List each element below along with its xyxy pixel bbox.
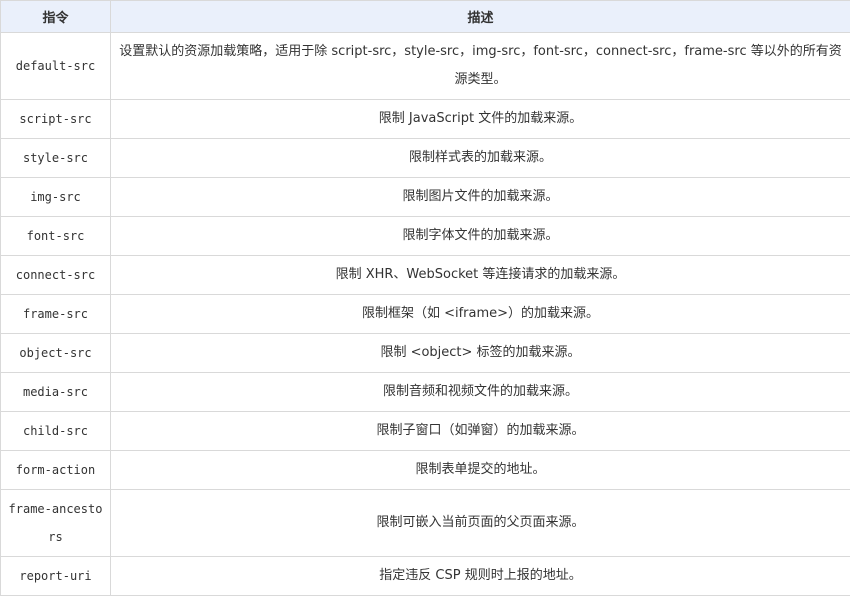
description-cell: 限制图片文件的加载来源。 — [111, 178, 850, 217]
directive-cell: frame-src — [1, 295, 111, 334]
table-row: report-uri 指定违反 CSP 规则时上报的地址。 — [1, 557, 850, 596]
table-row: object-src 限制 <object> 标签的加载来源。 — [1, 334, 850, 373]
table-header-row: 指令 描述 — [1, 1, 850, 33]
table-row: default-src 设置默认的资源加载策略，适用于除 script-src，… — [1, 33, 850, 100]
table-row: img-src 限制图片文件的加载来源。 — [1, 178, 850, 217]
directive-cell: script-src — [1, 100, 111, 139]
table-row: connect-src 限制 XHR、WebSocket 等连接请求的加载来源。 — [1, 256, 850, 295]
description-cell: 设置默认的资源加载策略，适用于除 script-src，style-src，im… — [111, 33, 850, 100]
table-row: frame-src 限制框架（如 <iframe>）的加载来源。 — [1, 295, 850, 334]
description-cell: 限制字体文件的加载来源。 — [111, 217, 850, 256]
table-row: script-src 限制 JavaScript 文件的加载来源。 — [1, 100, 850, 139]
header-description: 描述 — [111, 1, 850, 33]
description-cell: 限制子窗口（如弹窗）的加载来源。 — [111, 412, 850, 451]
directive-cell: child-src — [1, 412, 111, 451]
directive-cell: media-src — [1, 373, 111, 412]
csp-directives-table: 指令 描述 default-src 设置默认的资源加载策略，适用于除 scrip… — [0, 0, 850, 595]
directive-cell: default-src — [1, 33, 111, 100]
description-cell: 限制 JavaScript 文件的加载来源。 — [111, 100, 850, 139]
description-cell: 限制 XHR、WebSocket 等连接请求的加载来源。 — [111, 256, 850, 295]
description-cell: 限制样式表的加载来源。 — [111, 139, 850, 178]
description-cell: 限制 <object> 标签的加载来源。 — [111, 334, 850, 373]
description-cell: 限制音频和视频文件的加载来源。 — [111, 373, 850, 412]
directives-table: 指令 描述 default-src 设置默认的资源加载策略，适用于除 scrip… — [0, 0, 850, 596]
table-row: font-src 限制字体文件的加载来源。 — [1, 217, 850, 256]
table-row: style-src 限制样式表的加载来源。 — [1, 139, 850, 178]
table-row: frame-ancestors 限制可嵌入当前页面的父页面来源。 — [1, 490, 850, 557]
directive-cell: img-src — [1, 178, 111, 217]
directive-cell: object-src — [1, 334, 111, 373]
description-cell: 限制框架（如 <iframe>）的加载来源。 — [111, 295, 850, 334]
description-cell: 限制可嵌入当前页面的父页面来源。 — [111, 490, 850, 557]
header-directive: 指令 — [1, 1, 111, 33]
directive-cell: style-src — [1, 139, 111, 178]
directive-cell: frame-ancestors — [1, 490, 111, 557]
directive-cell: font-src — [1, 217, 111, 256]
table-row: child-src 限制子窗口（如弹窗）的加载来源。 — [1, 412, 850, 451]
table-row: form-action 限制表单提交的地址。 — [1, 451, 850, 490]
table-row: media-src 限制音频和视频文件的加载来源。 — [1, 373, 850, 412]
directive-cell: report-uri — [1, 557, 111, 596]
description-cell: 限制表单提交的地址。 — [111, 451, 850, 490]
directive-cell: connect-src — [1, 256, 111, 295]
directive-cell: form-action — [1, 451, 111, 490]
description-cell: 指定违反 CSP 规则时上报的地址。 — [111, 557, 850, 596]
